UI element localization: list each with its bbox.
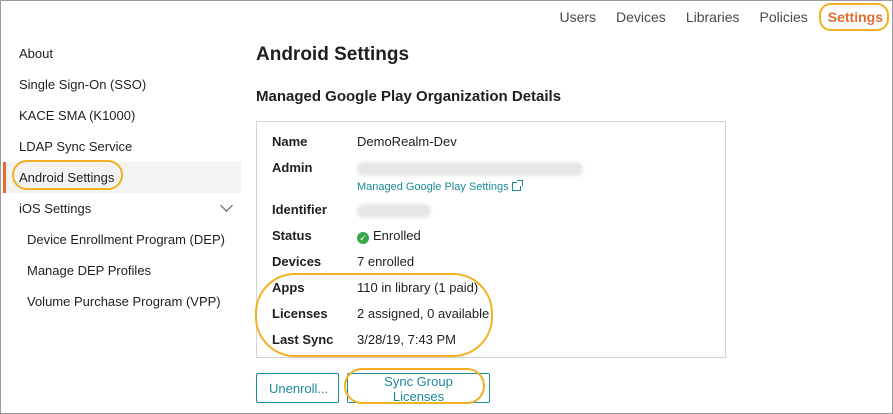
managed-google-play-settings-link[interactable]: Managed Google Play Settings [357,178,523,193]
detail-label: Apps [272,280,305,295]
nav-devices[interactable]: Devices [616,9,666,25]
unenroll-button[interactable]: Unenroll... [256,373,339,403]
detail-label: Status [272,228,312,243]
detail-label: Licenses [272,306,328,321]
detail-value: 3/28/19, 7:43 PM [357,332,457,347]
sidebar-item-label: iOS Settings [19,201,92,216]
sidebar-item-kace-sma[interactable]: KACE SMA (K1000) [3,100,241,131]
sidebar-item-dep[interactable]: Device Enrollment Program (DEP) [3,224,241,255]
details-card: Name DemoRealm-Dev Admin Managed Google … [256,121,726,358]
nav-users[interactable]: Users [559,9,596,25]
detail-value: 7 enrolled [357,254,415,269]
top-nav: Users Devices Libraries Policies Setting… [539,6,883,28]
sidebar-item-about[interactable]: About [3,38,241,69]
nav-libraries[interactable]: Libraries [686,9,740,25]
chevron-down-icon[interactable] [220,199,233,212]
sidebar: About Single Sign-On (SSO) KACE SMA (K10… [3,38,241,317]
redacted-admin-email [357,161,583,176]
redacted-identifier [357,203,431,218]
sidebar-item-ios-settings[interactable]: iOS Settings [3,193,241,224]
external-link-icon [511,180,523,191]
detail-value: DemoRealm-Dev [357,134,457,149]
detail-label: Identifier [272,202,327,217]
identifier-value [357,202,431,218]
sync-group-licenses-button[interactable]: Sync Group Licenses [347,373,490,404]
detail-label: Admin [272,160,313,175]
sidebar-item-android-settings[interactable]: Android Settings [3,162,241,193]
detail-value: 110 in library (1 paid) [357,280,479,295]
page-title: Android Settings [256,44,410,65]
sidebar-item-ldap-sync[interactable]: LDAP Sync Service [3,131,241,162]
admin-value [357,160,583,176]
sidebar-item-manage-dep-profiles[interactable]: Manage DEP Profiles [3,255,241,286]
main-content: Android Settings Managed Google Play Org… [256,40,561,105]
nav-policies[interactable]: Policies [760,9,808,25]
detail-label: Last Sync [272,332,334,347]
check-circle-icon: ✓ [357,232,369,244]
section-title: Managed Google Play Organization Details [256,88,562,105]
detail-label: Devices [272,254,322,269]
sidebar-item-vpp[interactable]: Volume Purchase Program (VPP) [3,286,241,317]
status-value: ✓ Enrolled [357,228,421,244]
detail-label: Name [272,134,308,149]
nav-settings[interactable]: Settings [828,9,883,25]
sidebar-item-sso[interactable]: Single Sign-On (SSO) [3,69,241,100]
detail-value: 2 assigned, 0 available [357,306,490,321]
